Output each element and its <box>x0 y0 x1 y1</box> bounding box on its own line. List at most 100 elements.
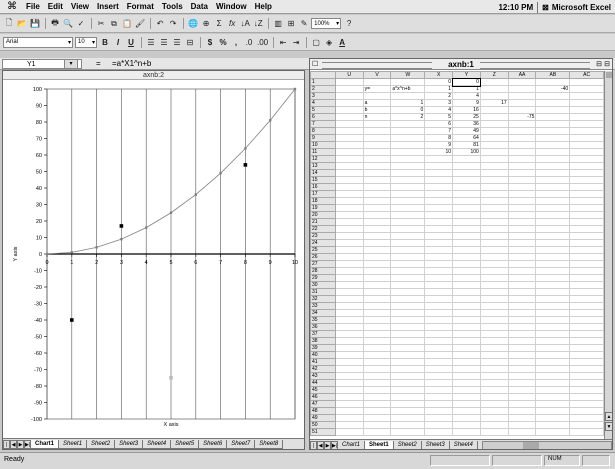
horizontal-scrollbar[interactable] <box>481 440 612 449</box>
cell[interactable] <box>569 155 604 163</box>
cell[interactable] <box>452 386 481 394</box>
cell[interactable] <box>535 113 571 121</box>
cell[interactable]: 6 <box>424 120 454 128</box>
row-header[interactable]: 41 <box>310 358 336 366</box>
first-tab-icon[interactable]: |◀ <box>3 439 10 449</box>
cell[interactable] <box>362 197 392 205</box>
cell[interactable] <box>452 246 481 254</box>
cell[interactable] <box>334 169 364 177</box>
cell[interactable] <box>479 148 509 156</box>
cell[interactable] <box>362 288 392 296</box>
cell[interactable] <box>569 372 604 380</box>
cell[interactable] <box>452 204 481 212</box>
cell[interactable] <box>507 344 537 352</box>
cell[interactable] <box>479 288 509 296</box>
cell[interactable] <box>452 323 481 331</box>
cell[interactable] <box>362 351 392 359</box>
cell[interactable] <box>569 407 604 415</box>
cell[interactable] <box>569 414 604 422</box>
cell[interactable]: 1 <box>424 85 454 93</box>
cell[interactable] <box>507 302 537 310</box>
row-header[interactable]: 29 <box>310 274 336 282</box>
cell[interactable] <box>362 120 392 128</box>
cell[interactable] <box>507 260 537 268</box>
row-header[interactable]: 47 <box>310 400 336 408</box>
cell[interactable] <box>362 253 392 261</box>
cell[interactable] <box>535 232 571 240</box>
row-header[interactable]: 38 <box>310 337 336 345</box>
cell[interactable] <box>535 120 571 128</box>
scroll-thumb[interactable] <box>606 72 612 78</box>
next-tab-icon[interactable]: ▶ <box>324 440 331 449</box>
cell[interactable]: 0 <box>424 78 454 86</box>
cell[interactable] <box>390 414 426 422</box>
cell[interactable] <box>569 197 604 205</box>
cell[interactable] <box>424 274 454 282</box>
cell[interactable] <box>569 92 604 100</box>
cell[interactable] <box>535 92 571 100</box>
cell[interactable] <box>507 127 537 135</box>
row-header[interactable]: 23 <box>310 232 336 240</box>
cell[interactable] <box>535 211 571 219</box>
cell[interactable] <box>569 393 604 401</box>
cell[interactable] <box>569 274 604 282</box>
tab-sheet3[interactable]: Sheet3 <box>114 439 144 449</box>
cell[interactable] <box>479 365 509 373</box>
cell[interactable] <box>507 267 537 275</box>
cell[interactable] <box>362 330 392 338</box>
cell[interactable] <box>334 302 364 310</box>
cell[interactable] <box>569 400 604 408</box>
cell[interactable] <box>334 330 364 338</box>
cell[interactable] <box>334 134 364 142</box>
cell[interactable] <box>334 239 364 247</box>
tab-sheet4[interactable]: Sheet4 <box>448 440 478 449</box>
cell[interactable] <box>479 232 509 240</box>
undo-icon[interactable]: ↶ <box>154 17 166 30</box>
cell[interactable] <box>362 176 392 184</box>
increase-decimal-icon[interactable]: .0 <box>243 36 255 49</box>
cell[interactable] <box>535 99 571 107</box>
scroll-up-arrow-icon[interactable]: ▲ <box>605 412 612 421</box>
cell[interactable]: 36 <box>452 120 481 128</box>
cell[interactable] <box>535 302 571 310</box>
cell[interactable] <box>334 393 364 401</box>
cell[interactable] <box>479 106 509 114</box>
row-header[interactable]: 1 <box>310 78 336 86</box>
cell[interactable] <box>362 421 392 429</box>
cell[interactable] <box>424 344 454 352</box>
office-assistant-icon[interactable]: ? <box>343 17 355 30</box>
cell[interactable]: 100 <box>452 148 481 156</box>
new-document-icon[interactable]: 🗋 <box>3 17 15 30</box>
cell[interactable] <box>390 365 426 373</box>
row-header[interactable]: 34 <box>310 309 336 317</box>
cell[interactable] <box>507 218 537 226</box>
row-header[interactable]: 51 <box>310 428 336 436</box>
cell[interactable] <box>362 344 392 352</box>
cell[interactable] <box>452 211 481 219</box>
cell[interactable] <box>424 330 454 338</box>
cell[interactable] <box>479 281 509 289</box>
column-header[interactable]: Y <box>452 71 481 79</box>
cell[interactable] <box>424 302 454 310</box>
cell[interactable] <box>390 281 426 289</box>
column-header[interactable]: X <box>424 71 454 79</box>
cell[interactable] <box>452 309 481 317</box>
cell[interactable] <box>507 309 537 317</box>
cell[interactable] <box>569 302 604 310</box>
cell[interactable] <box>535 316 571 324</box>
cell[interactable] <box>507 197 537 205</box>
cell[interactable] <box>479 421 509 429</box>
cell[interactable] <box>334 99 364 107</box>
cell[interactable] <box>362 92 392 100</box>
row-header[interactable]: 2 <box>310 85 336 93</box>
tab-sheet5[interactable]: Sheet5 <box>170 439 200 449</box>
cell[interactable] <box>479 337 509 345</box>
cell[interactable] <box>390 344 426 352</box>
cell[interactable] <box>424 225 454 233</box>
cell[interactable] <box>479 379 509 387</box>
cell[interactable] <box>334 120 364 128</box>
cell[interactable] <box>569 204 604 212</box>
cell[interactable] <box>569 99 604 107</box>
cell[interactable] <box>569 169 604 177</box>
cell[interactable] <box>479 393 509 401</box>
